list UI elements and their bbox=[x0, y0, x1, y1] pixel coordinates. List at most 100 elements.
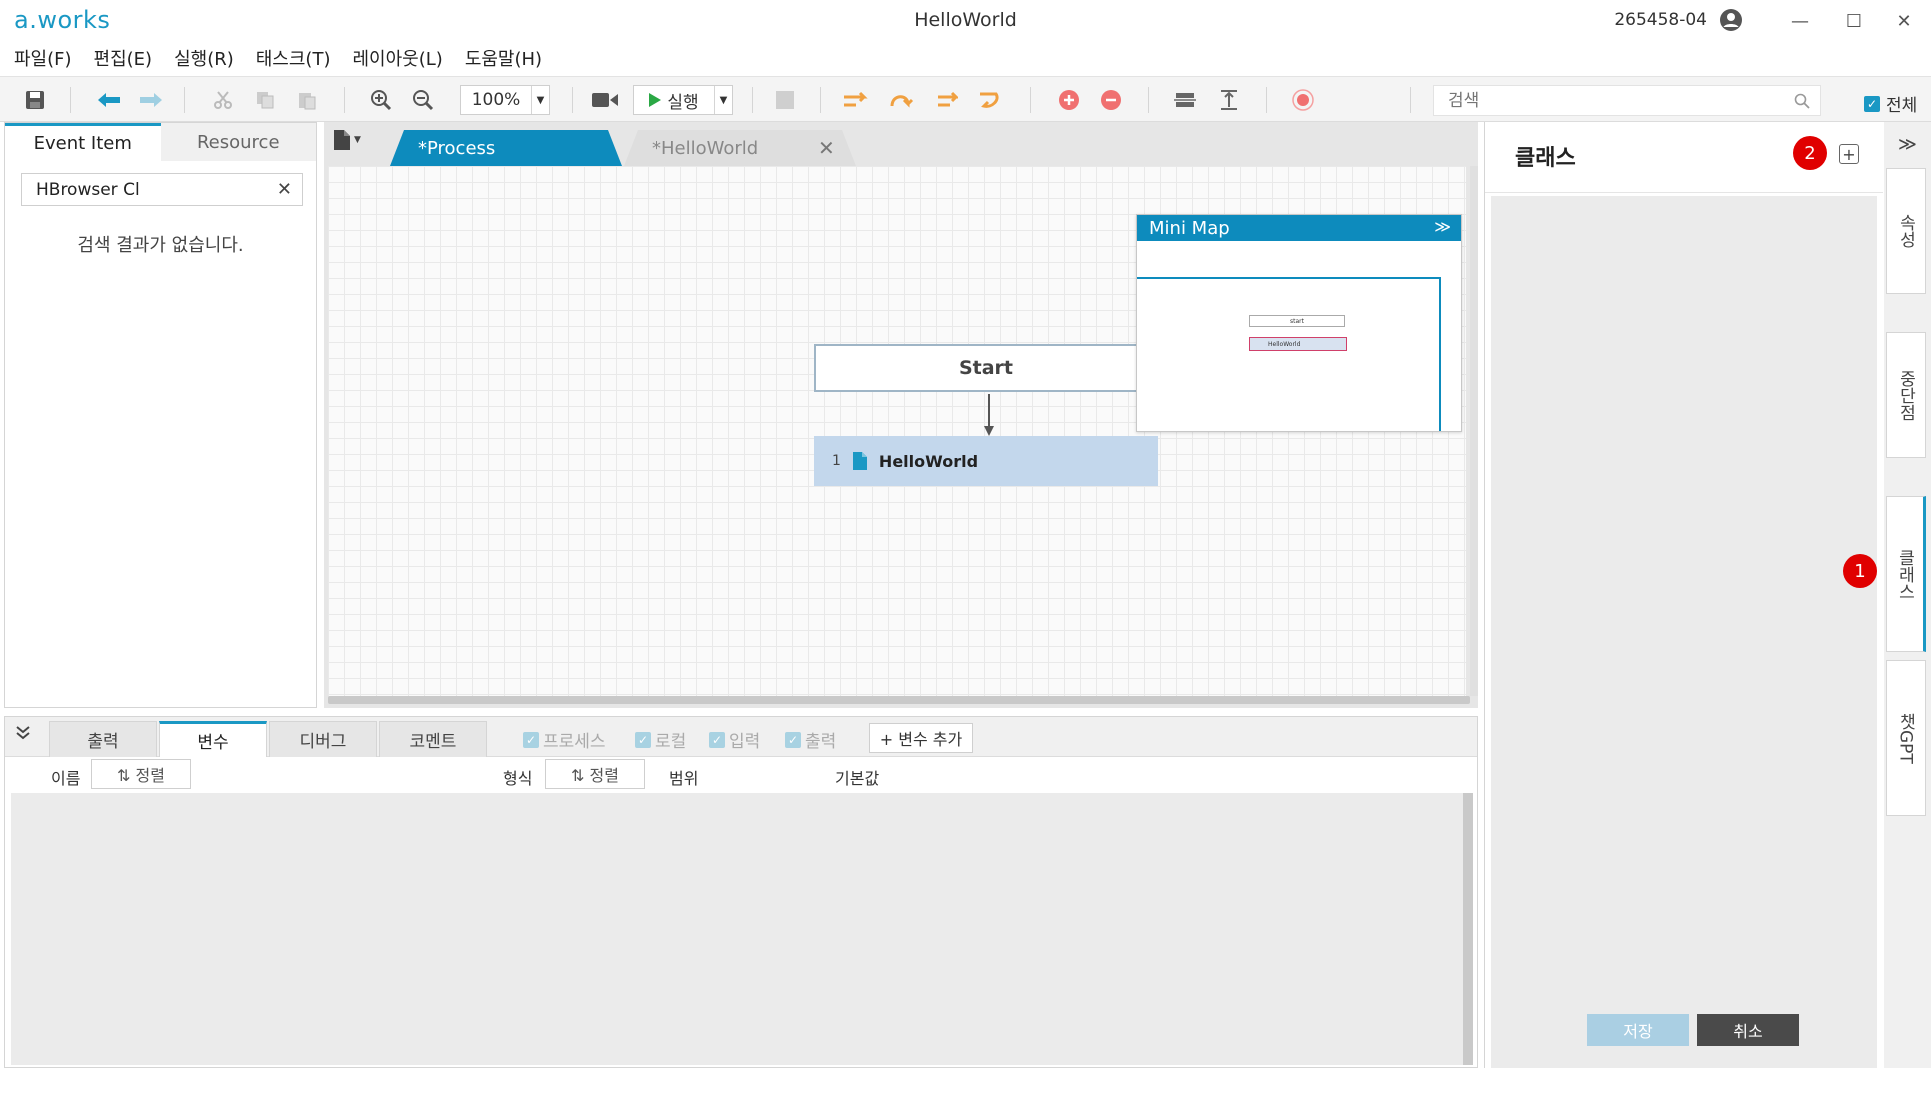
vertical-scrollbar[interactable] bbox=[1470, 166, 1478, 696]
menu-edit[interactable]: 편집(E) bbox=[86, 45, 167, 71]
cancel-button[interactable]: 취소 bbox=[1697, 1014, 1799, 1046]
checkbox-icon[interactable]: ✓ bbox=[635, 731, 651, 748]
menu-layout[interactable]: 레이아웃(L) bbox=[344, 45, 456, 71]
tab-comment[interactable]: 코멘트 bbox=[379, 721, 487, 757]
save-button[interactable]: 저장 bbox=[1587, 1014, 1689, 1046]
helloworld-node[interactable]: 1 HelloWorld bbox=[814, 436, 1158, 486]
menu-help[interactable]: 도움말(H) bbox=[457, 45, 556, 71]
close-button[interactable]: ✕ bbox=[1884, 6, 1924, 36]
tab-output[interactable]: 출력 bbox=[49, 721, 157, 757]
start-node[interactable]: Start bbox=[814, 344, 1158, 392]
zoom-in-icon[interactable] bbox=[368, 87, 394, 113]
file-menu-button[interactable]: ▼ bbox=[334, 130, 361, 150]
variable-grid[interactable] bbox=[11, 793, 1463, 1065]
tab-helloworld[interactable]: *HelloWorld ✕ bbox=[624, 130, 856, 166]
filter-process[interactable]: ✓ 프로세스 bbox=[523, 727, 606, 752]
mini-map-viewport[interactable] bbox=[1137, 277, 1441, 431]
step-label: HelloWorld bbox=[878, 451, 979, 471]
maximize-button[interactable]: ☐ bbox=[1834, 6, 1874, 36]
record-icon[interactable] bbox=[1290, 87, 1316, 113]
search-input[interactable] bbox=[1448, 90, 1794, 111]
menu-run[interactable]: 실행(R) bbox=[166, 45, 248, 71]
mini-map[interactable]: Mini Map ≫ start HelloWorld bbox=[1136, 214, 1462, 432]
tab-variables[interactable]: 변수 bbox=[159, 721, 267, 757]
step-into-icon[interactable] bbox=[888, 87, 914, 113]
run-main[interactable]: 실행 bbox=[634, 88, 714, 113]
horizontal-scrollbar[interactable] bbox=[328, 696, 1470, 704]
undo-icon[interactable] bbox=[96, 87, 122, 113]
side-tab-chatgpt[interactable]: 챗GPT bbox=[1886, 660, 1926, 816]
chevron-down-icon[interactable]: ▼ bbox=[354, 135, 361, 145]
tab-event-item[interactable]: Event Item bbox=[5, 123, 161, 161]
annotation-badge-1: 1 bbox=[1843, 554, 1877, 588]
all-label: 전체 bbox=[1886, 96, 1918, 116]
column-type: 형식 bbox=[503, 769, 533, 788]
tab-process-label: *Process bbox=[418, 137, 496, 159]
close-icon[interactable]: ✕ bbox=[818, 136, 835, 160]
chevron-down-icon[interactable]: ▼ bbox=[531, 86, 549, 114]
column-default: 기본값 bbox=[835, 769, 880, 788]
side-tab-class-label: 클래스 bbox=[1894, 548, 1915, 600]
save-icon[interactable] bbox=[22, 87, 48, 113]
step-out-icon[interactable] bbox=[932, 87, 958, 113]
tab-helloworld-label: *HelloWorld bbox=[652, 137, 759, 159]
connector-arrow bbox=[984, 394, 994, 436]
search-field[interactable] bbox=[1433, 85, 1821, 116]
chevrons-right-icon[interactable]: ≫ bbox=[1434, 217, 1451, 236]
clear-icon[interactable]: ✕ bbox=[277, 179, 292, 200]
all-checkbox[interactable]: ✓ 전체 bbox=[1864, 91, 1917, 116]
tab-resource[interactable]: Resource bbox=[161, 123, 317, 161]
user-avatar-icon[interactable] bbox=[1719, 8, 1743, 32]
sort-name-button[interactable]: ⇅ 정렬 bbox=[91, 759, 191, 789]
redo-icon[interactable] bbox=[138, 87, 164, 113]
left-panel-tabs: Event Item Resource bbox=[5, 123, 316, 161]
minimize-button[interactable]: — bbox=[1780, 6, 1820, 36]
vertical-scrollbar[interactable] bbox=[1463, 793, 1473, 1065]
add-class-icon[interactable]: + bbox=[1839, 144, 1859, 164]
class-list[interactable] bbox=[1491, 196, 1877, 1002]
zoom-out-icon[interactable] bbox=[410, 87, 436, 113]
checkbox-icon[interactable]: ✓ bbox=[709, 731, 725, 748]
cut-icon[interactable] bbox=[210, 87, 236, 113]
toolbar-separator bbox=[572, 87, 573, 113]
collapse-down-icon[interactable] bbox=[15, 725, 31, 741]
paste-icon[interactable] bbox=[294, 87, 320, 113]
add-variable-button[interactable]: + 변수 추가 bbox=[869, 723, 973, 753]
column-name: 이름 bbox=[51, 769, 81, 788]
checkbox-icon[interactable]: ✓ bbox=[785, 731, 801, 748]
side-tab-class[interactable]: 클래스 bbox=[1886, 496, 1926, 652]
run-button[interactable]: 실행 ▼ bbox=[633, 85, 733, 115]
event-item-search[interactable]: HBrowser Cl ✕ bbox=[21, 173, 303, 206]
menu-task[interactable]: 태스크(T) bbox=[248, 45, 345, 71]
search-icon[interactable] bbox=[1794, 93, 1810, 109]
copy-icon[interactable] bbox=[252, 87, 278, 113]
tab-process[interactable]: *Process bbox=[390, 130, 622, 166]
align-center-icon[interactable] bbox=[1172, 87, 1198, 113]
side-tab-properties[interactable]: 속성 bbox=[1886, 168, 1926, 294]
checkbox-icon[interactable]: ✓ bbox=[523, 731, 539, 748]
zoom-select[interactable]: 100% ▼ bbox=[460, 85, 550, 115]
filter-local[interactable]: ✓ 로컬 bbox=[635, 727, 686, 752]
align-top-icon[interactable] bbox=[1216, 87, 1242, 113]
title-bar: a.works HelloWorld 265458-04 — ☐ ✕ bbox=[0, 0, 1931, 42]
filter-input[interactable]: ✓ 입력 bbox=[709, 727, 760, 752]
chevrons-right-icon[interactable]: ≫ bbox=[1898, 134, 1917, 155]
step-over-icon[interactable] bbox=[844, 87, 870, 113]
toolbar-separator bbox=[184, 87, 185, 113]
mini-map-header: Mini Map ≫ bbox=[1137, 215, 1461, 241]
stop-icon[interactable] bbox=[772, 87, 798, 113]
filter-output[interactable]: ✓ 출력 bbox=[785, 727, 836, 752]
remove-breakpoint-icon[interactable] bbox=[1098, 87, 1124, 113]
add-breakpoint-icon[interactable] bbox=[1056, 87, 1082, 113]
side-tab-breakpoints[interactable]: 중단점 bbox=[1886, 332, 1926, 458]
checkbox-icon[interactable]: ✓ bbox=[1864, 95, 1880, 112]
side-tab-column: ≫ 속성 중단점 클래스 챗GPT bbox=[1884, 122, 1931, 1068]
record-video-icon[interactable] bbox=[592, 87, 618, 113]
step-back-icon[interactable] bbox=[976, 87, 1002, 113]
chevron-down-icon[interactable]: ▼ bbox=[714, 86, 732, 114]
menu-file[interactable]: 파일(F) bbox=[6, 45, 86, 71]
event-item-search-value[interactable]: HBrowser Cl bbox=[36, 180, 277, 200]
tab-debugger[interactable]: 디버그 bbox=[269, 721, 377, 757]
flow-canvas[interactable]: Start 1 HelloWorld Mini Map ≫ start Hell… bbox=[328, 166, 1466, 696]
sort-type-button[interactable]: ⇅ 정렬 bbox=[545, 759, 645, 789]
